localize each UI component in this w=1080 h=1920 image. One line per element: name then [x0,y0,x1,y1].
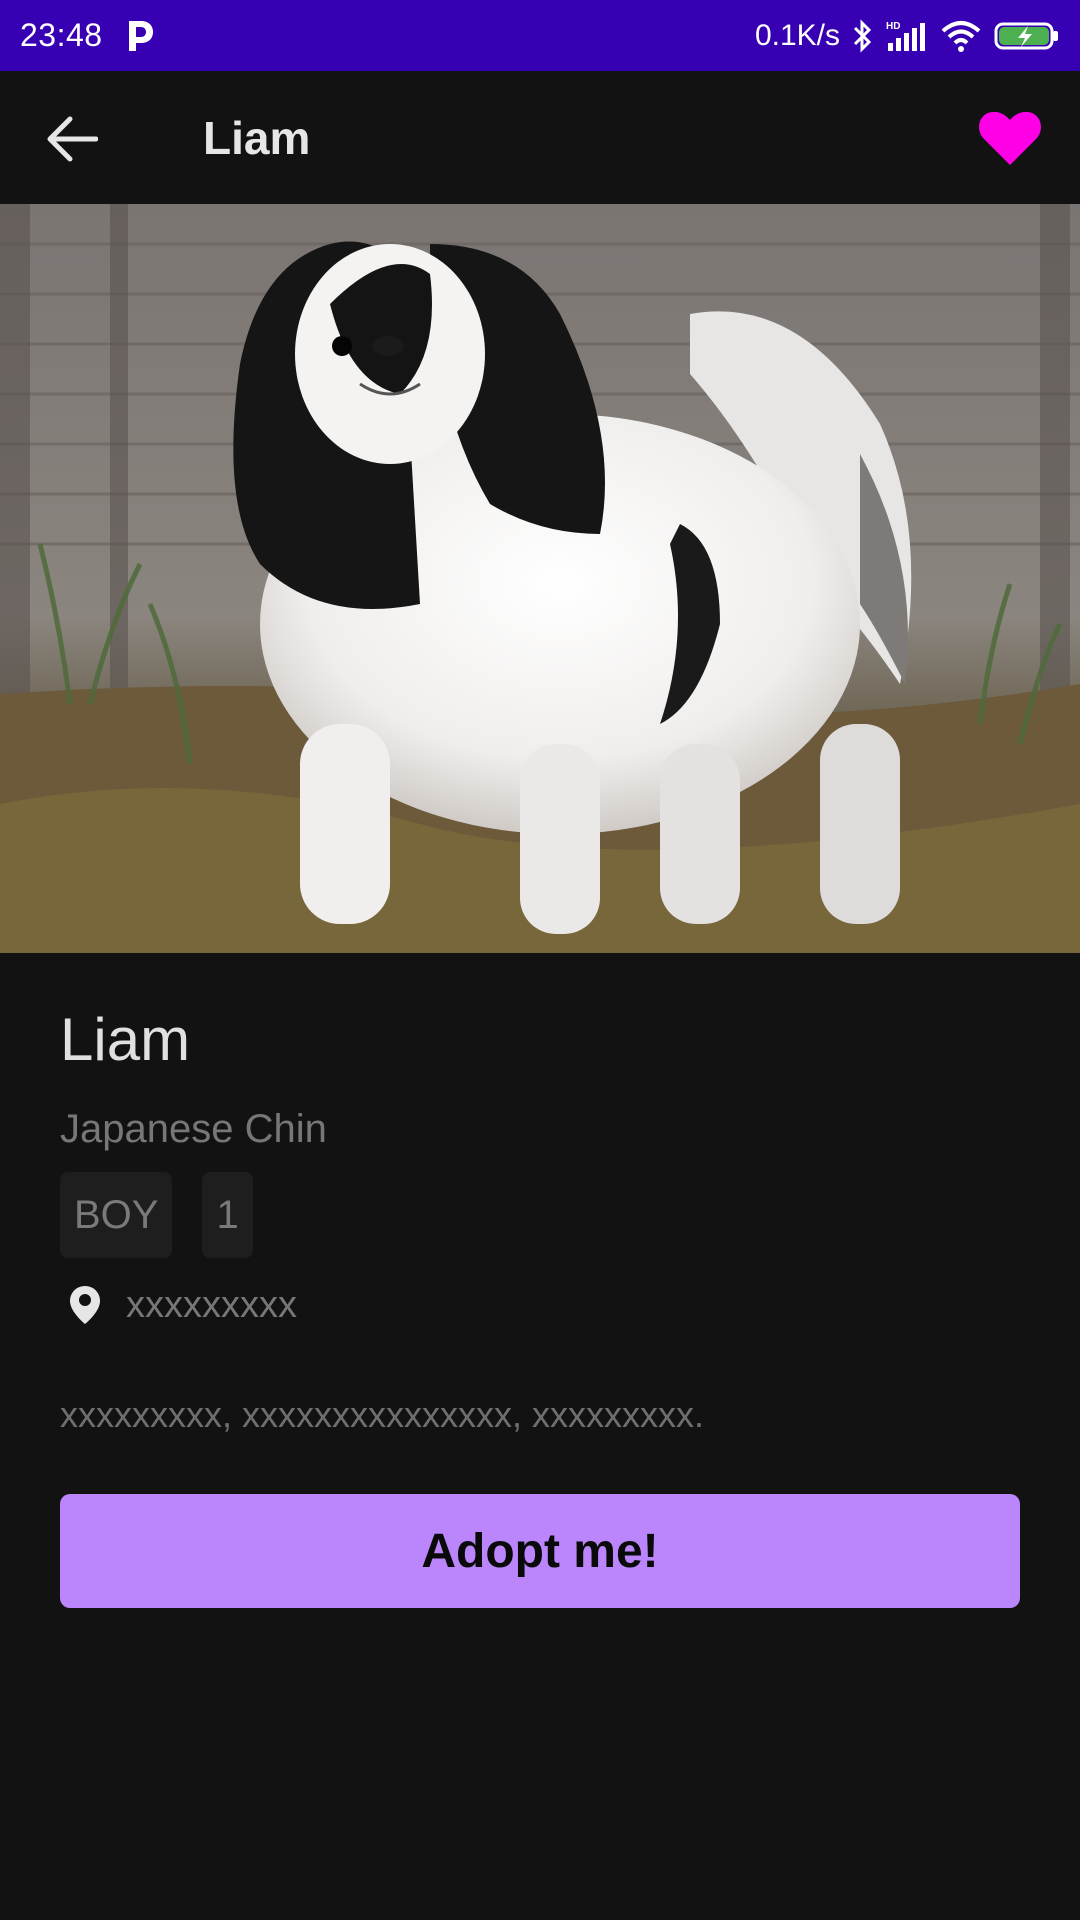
app-bar: Liam [0,71,1080,204]
pet-details: Liam Japanese Chin BOY 1 xxxxxxxxx xxxxx… [60,1005,1020,1436]
pet-chips: BOY 1 [60,1172,1020,1258]
status-bar: 23:48 0.1K/s HD [0,0,1080,71]
age-chip: 1 [202,1172,253,1258]
location-row: xxxxxxxxx [60,1280,1020,1330]
battery-charging-icon [994,22,1058,49]
back-button[interactable] [36,107,108,171]
bluetooth-icon [853,18,872,53]
app-bar-title: Liam [203,112,311,164]
wifi-icon [941,20,981,52]
arrow-back-icon [47,116,98,162]
hd-signal-icon: HD [886,21,925,51]
favorite-button[interactable] [974,105,1046,171]
pet-photo [0,204,1080,953]
parking-p-icon [128,20,153,51]
svg-text:HD: HD [886,21,900,32]
heart-icon [979,111,1041,165]
adopt-button[interactable]: Adopt me! [60,1494,1020,1608]
gender-chip: BOY [60,1172,173,1258]
pet-description: xxxxxxxxx, xxxxxxxxxxxxxxx, xxxxxxxxx. [60,1394,705,1435]
status-icons: 0.1K/s HD [755,19,1060,53]
pet-breed: Japanese Chin [60,1107,327,1151]
network-speed: 0.1K/s [754,18,840,52]
status-time: 23:48 [20,17,103,53]
location-text: xxxxxxxxx [126,1283,297,1326]
pet-name: Liam [60,1006,191,1073]
location-pin-icon [70,1286,100,1324]
